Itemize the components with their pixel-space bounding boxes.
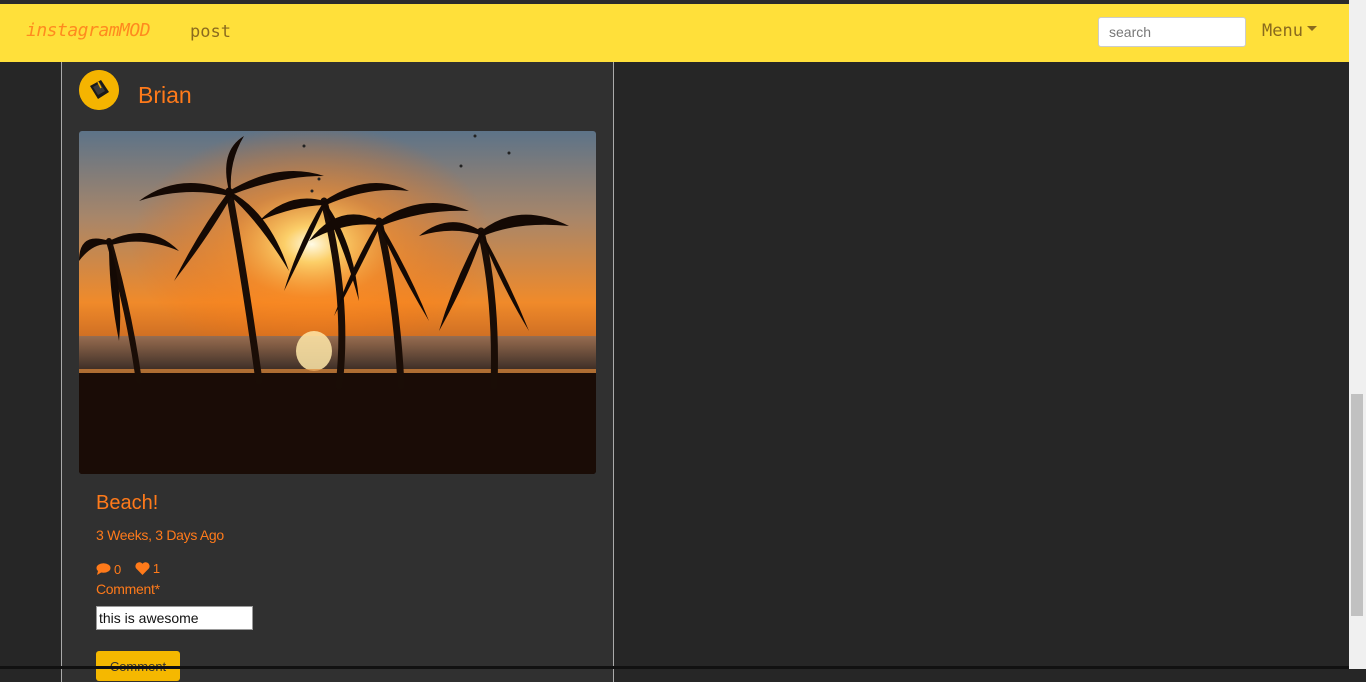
avatar[interactable] xyxy=(79,70,119,110)
post-card: Brian Beach! 3 Weeks, 3 Days Ago 0 1 Com… xyxy=(61,62,614,682)
post-timestamp: 3 Weeks, 3 Days Ago xyxy=(96,527,224,543)
caret-down-icon xyxy=(1306,25,1317,31)
brand-logo[interactable]: instagramMOD xyxy=(26,20,151,41)
avatar-image xyxy=(79,70,119,110)
comment-count: 0 xyxy=(114,561,122,577)
comment-input[interactable] xyxy=(96,606,253,630)
top-navbar: instagramMOD post Menu xyxy=(0,4,1349,62)
search-input[interactable] xyxy=(1098,17,1246,47)
nav-link-post[interactable]: post xyxy=(190,22,231,42)
post-stats: 0 1 xyxy=(96,561,170,578)
menu-label: Menu xyxy=(1262,21,1303,41)
post-photo[interactable] xyxy=(79,131,596,474)
like-count: 1 xyxy=(152,561,161,576)
speech-bubble-icon xyxy=(96,563,111,575)
menu-dropdown[interactable]: Menu xyxy=(1262,21,1317,41)
comment-count-stat[interactable]: 0 xyxy=(96,562,121,577)
scrollbar-thumb[interactable] xyxy=(1351,394,1363,616)
post-title: Beach! xyxy=(96,492,159,514)
comment-field-label: Comment* xyxy=(96,581,160,597)
sunset-palm-beach-image xyxy=(79,131,596,474)
heart-icon xyxy=(135,562,150,575)
page-scrollbar[interactable] xyxy=(1349,0,1366,669)
post-username[interactable]: Brian xyxy=(138,82,192,109)
like-count-stat[interactable]: 1 xyxy=(135,561,160,576)
